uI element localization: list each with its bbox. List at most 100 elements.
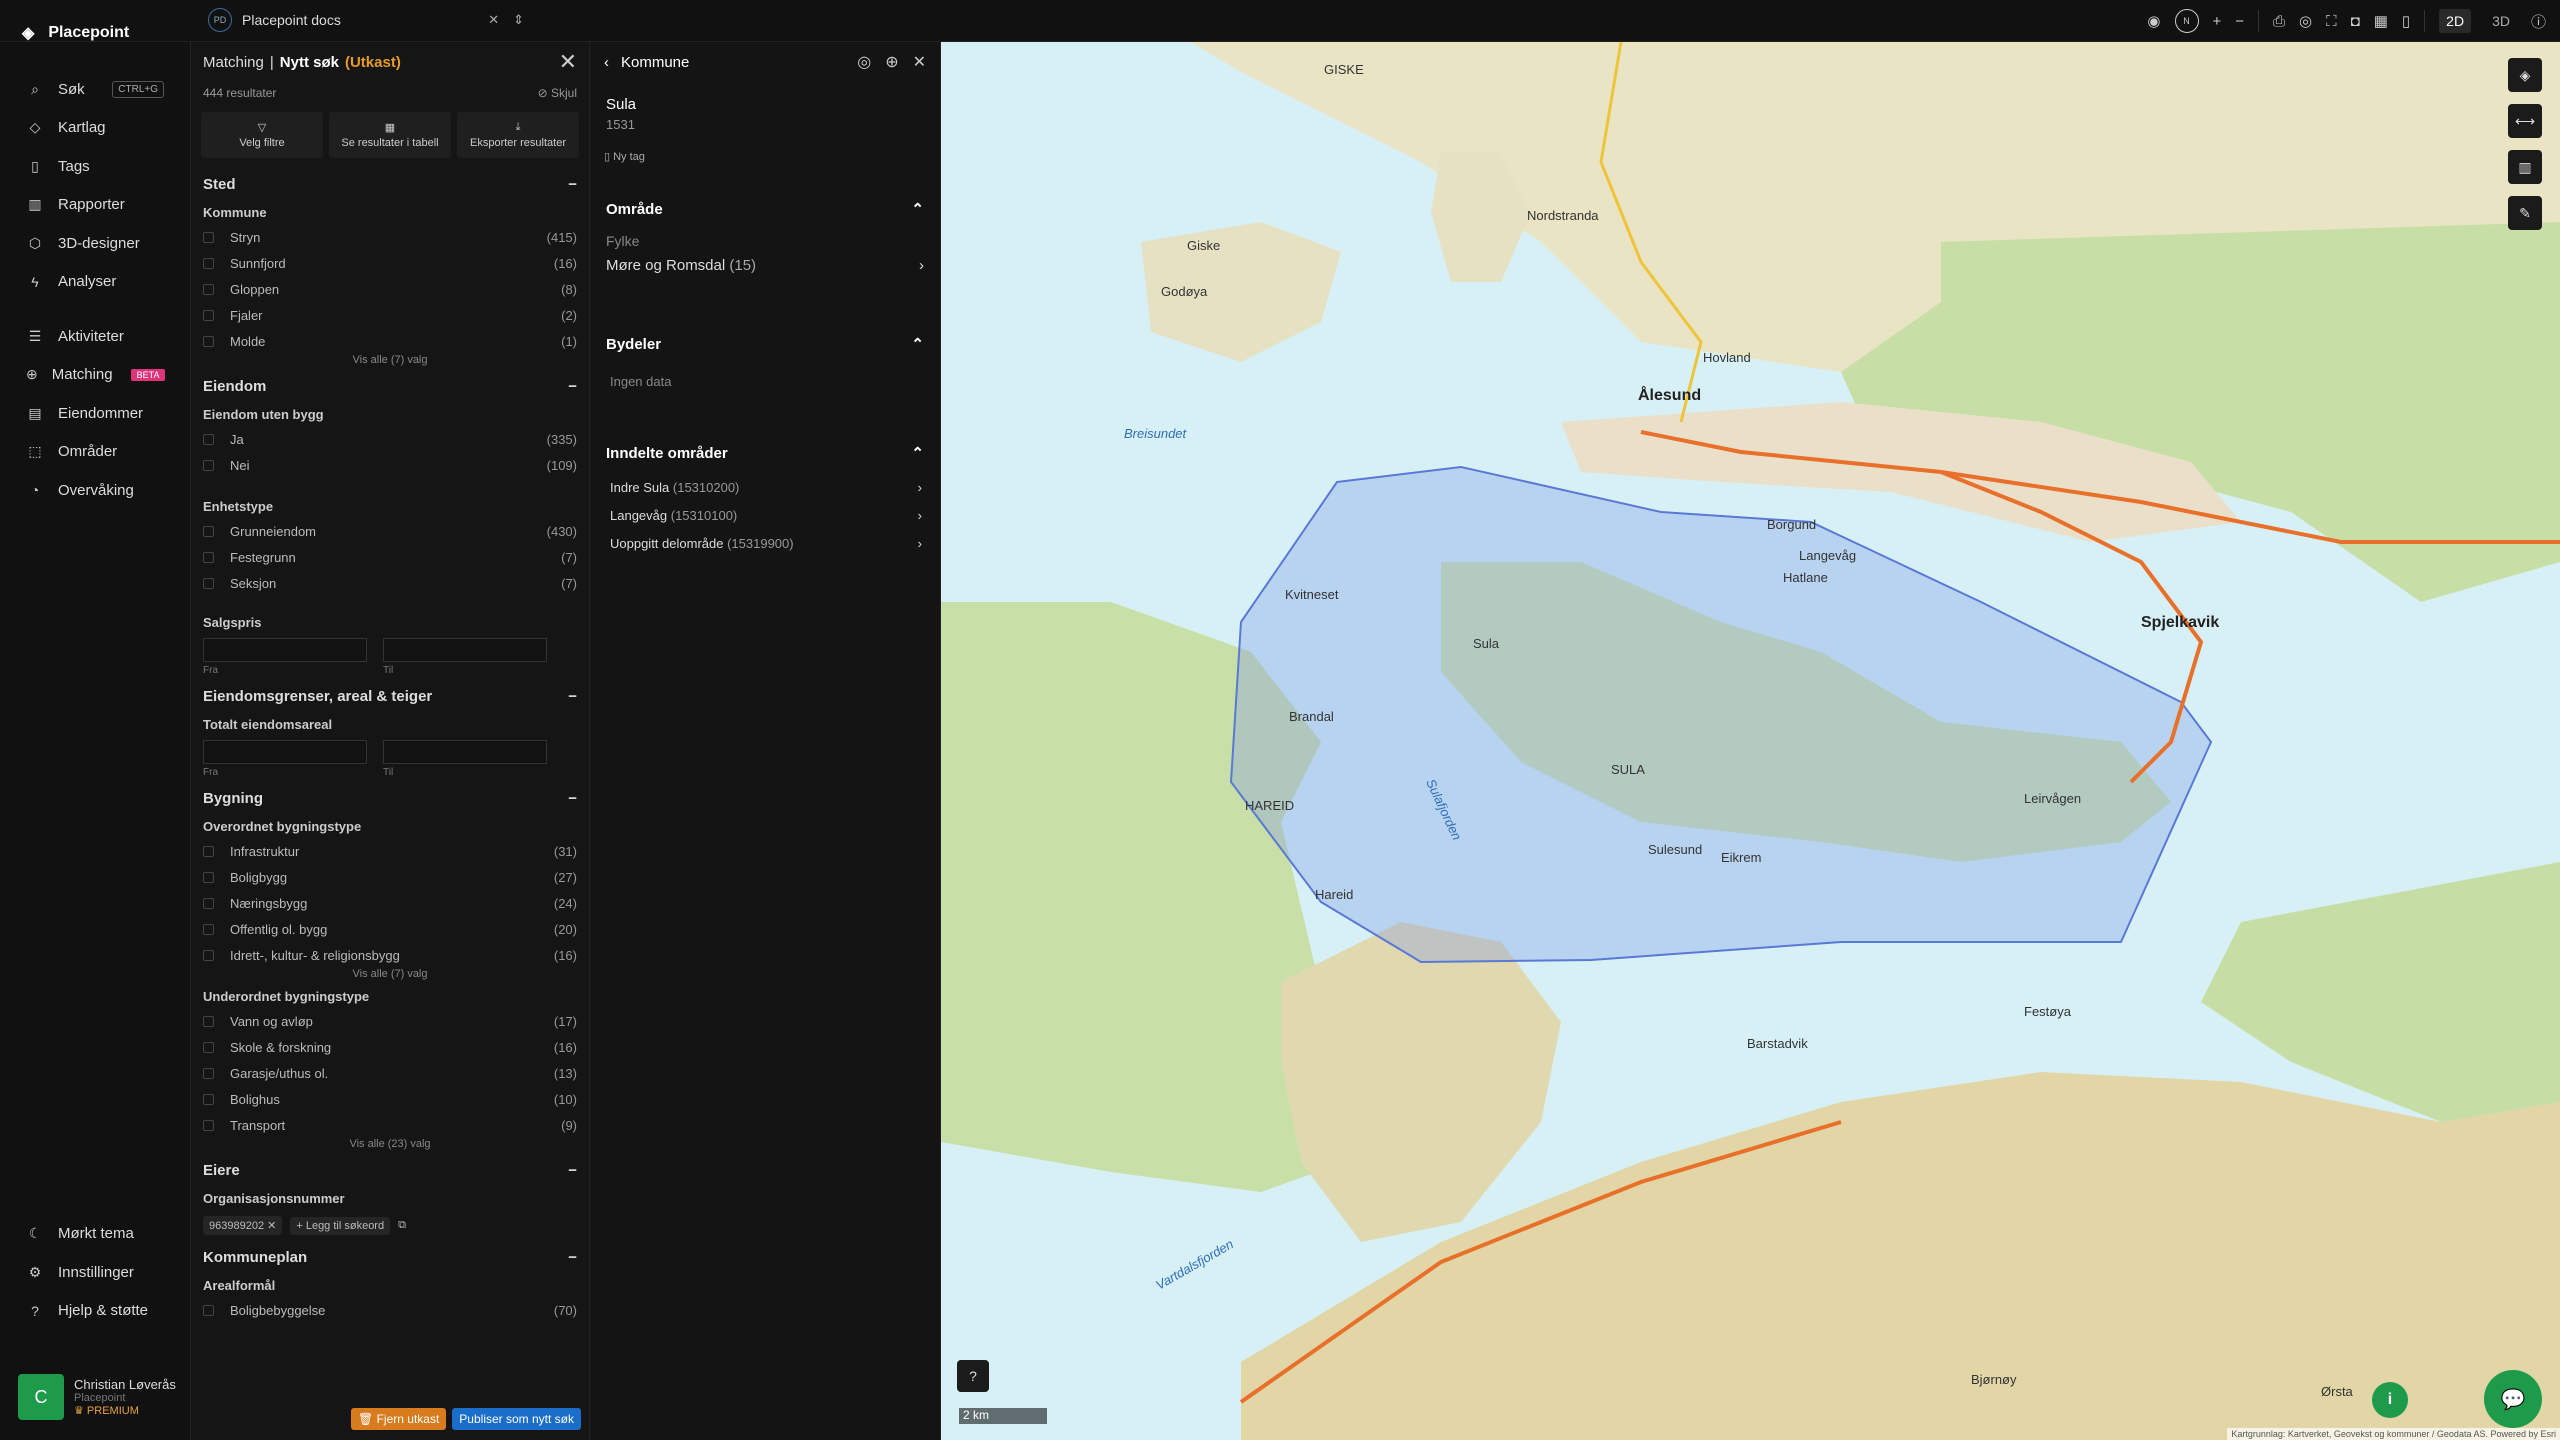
- filter-option[interactable]: Ja (335): [191, 426, 589, 452]
- chevron-up-icon[interactable]: ⌃: [911, 335, 924, 353]
- section-kommuneplan[interactable]: Kommuneplan −: [191, 1241, 589, 1273]
- section-omrade[interactable]: Område ⌃: [590, 189, 940, 229]
- measure-button[interactable]: ⟷: [2508, 104, 2542, 138]
- filter-option[interactable]: Fjaler (2): [191, 302, 589, 328]
- fullscreen-icon[interactable]: ⛶: [2326, 13, 2337, 30]
- export-button[interactable]: ⤓ Eksporter resultater: [457, 112, 579, 158]
- nav-item-analyser[interactable]: ϟ Analyser: [0, 263, 190, 302]
- document-selector[interactable]: PD Placepoint docs ✕ ⇕: [204, 4, 534, 36]
- info-button[interactable]: i: [2372, 1382, 2408, 1418]
- nav-item-3d-designer[interactable]: ⬡ 3D-designer: [0, 224, 190, 263]
- person-icon[interactable]: ◉: [2147, 12, 2160, 30]
- collapse-icon[interactable]: −: [568, 378, 577, 395]
- area-row[interactable]: Uoppgitt delområde (15319900) ›: [590, 529, 940, 557]
- print-icon[interactable]: ⎙: [2273, 13, 2285, 30]
- show-all-link[interactable]: Vis alle (7) valg: [191, 354, 589, 370]
- checkbox[interactable]: [203, 845, 214, 857]
- collapse-icon[interactable]: −: [568, 1249, 577, 1266]
- new-tag-button[interactable]: ▯ Ny tag: [590, 136, 940, 177]
- hide-button[interactable]: ⊘ Skjul: [538, 86, 577, 100]
- filter-option[interactable]: Boligbygg (27): [191, 864, 589, 890]
- checkbox[interactable]: [203, 551, 214, 563]
- checkbox[interactable]: [203, 459, 214, 471]
- collapse-icon[interactable]: −: [568, 688, 577, 705]
- bookmark-icon[interactable]: ▯: [2402, 12, 2410, 30]
- checkbox[interactable]: [203, 433, 214, 445]
- area-to-input[interactable]: [383, 740, 547, 764]
- filter-option[interactable]: Infrastruktur (31): [191, 838, 589, 864]
- choose-filters-button[interactable]: ▽ Velg filtre: [201, 112, 323, 158]
- org-chip[interactable]: 963989202 ✕: [203, 1216, 283, 1235]
- chevron-up-icon[interactable]: ⌃: [911, 200, 924, 218]
- checkbox[interactable]: [203, 1067, 214, 1079]
- show-all-link[interactable]: Vis alle (7) valg: [191, 968, 589, 984]
- user-profile[interactable]: C Christian Løverås Placepoint ♛ PREMIUM: [18, 1372, 188, 1422]
- filter-option[interactable]: Festegrunn (7): [191, 544, 589, 570]
- checkbox[interactable]: [203, 231, 214, 243]
- checkbox[interactable]: [203, 871, 214, 883]
- section-eiendom[interactable]: Eiendom −: [191, 370, 589, 402]
- nav-item-dark-theme[interactable]: ☾ Mørkt tema: [0, 1215, 190, 1254]
- section-inndelte[interactable]: Inndelte områder ⌃: [590, 433, 940, 473]
- clear-icon[interactable]: ✕: [488, 12, 499, 28]
- map-view[interactable]: Ålesund Spjelkavik GISKE Langevåg Sula S…: [941, 42, 2560, 1440]
- camera-icon[interactable]: ◘: [2351, 13, 2360, 30]
- filter-option[interactable]: Seksjon (7): [191, 570, 589, 596]
- checkbox[interactable]: [203, 1041, 214, 1053]
- close-icon[interactable]: ✕: [913, 52, 926, 72]
- section-sted[interactable]: Sted −: [191, 168, 589, 200]
- filter-option[interactable]: Sunnfjord (16): [191, 250, 589, 276]
- copy-icon[interactable]: ⧉: [398, 1219, 406, 1232]
- grid-icon[interactable]: ▦: [2374, 12, 2388, 30]
- zoom-out-icon[interactable]: −: [2235, 13, 2244, 30]
- breadcrumb-matching[interactable]: Matching: [203, 54, 264, 71]
- chart-button[interactable]: ▥: [2508, 150, 2542, 184]
- filter-option[interactable]: Skole & forskning (16): [191, 1034, 589, 1060]
- section-eiere[interactable]: Eiere −: [191, 1154, 589, 1186]
- map-layers-button[interactable]: ◈: [2508, 58, 2542, 92]
- filter-option[interactable]: Stryn (415): [191, 224, 589, 250]
- filter-option[interactable]: Gloppen (8): [191, 276, 589, 302]
- checkbox[interactable]: [203, 897, 214, 909]
- nav-item-aktiviteter[interactable]: ☰ Aktiviteter: [0, 317, 190, 356]
- info-icon[interactable]: ⓘ: [2531, 11, 2546, 32]
- price-from-input[interactable]: [203, 638, 367, 662]
- collapse-icon[interactable]: −: [568, 1162, 577, 1179]
- fylke-row[interactable]: Møre og Romsdal (15) ›: [590, 253, 940, 278]
- section-bygning[interactable]: Bygning −: [191, 782, 589, 814]
- checkbox[interactable]: [203, 335, 214, 347]
- nav-item-kartlag[interactable]: ◇ Kartlag: [0, 109, 190, 148]
- mode-3d-button[interactable]: 3D: [2485, 9, 2517, 33]
- checkbox[interactable]: [203, 1093, 214, 1105]
- section-bydeler[interactable]: Bydeler ⌃: [590, 324, 940, 364]
- nav-item-tags[interactable]: ▯ Tags: [0, 147, 190, 186]
- nav-item-help[interactable]: ? Hjelp & støtte: [0, 1292, 190, 1331]
- checkbox[interactable]: [203, 1015, 214, 1027]
- nav-item-matching[interactable]: ⊕ Matching BETA: [0, 356, 190, 395]
- nav-item-rapporter[interactable]: ▥ Rapporter: [0, 186, 190, 225]
- add-icon[interactable]: ⊕: [885, 52, 898, 72]
- sula-municipality-area[interactable]: [1229, 465, 2213, 964]
- chat-button[interactable]: 💬: [2484, 1370, 2542, 1428]
- area-from-input[interactable]: [203, 740, 367, 764]
- filter-option[interactable]: Boligbebyggelse (70): [191, 1297, 589, 1323]
- nav-item-eiendommer[interactable]: ▤ Eiendommer: [0, 394, 190, 433]
- map-help-button[interactable]: ?: [957, 1360, 989, 1392]
- compass-icon[interactable]: N: [2174, 9, 2199, 33]
- checkbox[interactable]: [203, 525, 214, 537]
- chevron-up-icon[interactable]: ⌃: [911, 444, 924, 462]
- checkbox[interactable]: [203, 949, 214, 961]
- close-icon[interactable]: ✕: [559, 49, 577, 75]
- publish-button[interactable]: Publiser som nytt søk: [452, 1408, 581, 1430]
- mode-2d-button[interactable]: 2D: [2439, 9, 2472, 33]
- filter-option[interactable]: Næringsbygg (24): [191, 890, 589, 916]
- view-table-button[interactable]: ▦ Se resultater i tabell: [329, 112, 451, 158]
- checkbox[interactable]: [203, 309, 214, 321]
- section-grenser[interactable]: Eiendomsgrenser, areal & teiger −: [191, 680, 589, 712]
- eye-icon[interactable]: ◎: [857, 52, 871, 72]
- filter-option[interactable]: Bolighus (10): [191, 1086, 589, 1112]
- checkbox[interactable]: [203, 1119, 214, 1131]
- checkbox[interactable]: [203, 923, 214, 935]
- checkbox[interactable]: [203, 257, 214, 269]
- collapse-icon[interactable]: −: [568, 790, 577, 807]
